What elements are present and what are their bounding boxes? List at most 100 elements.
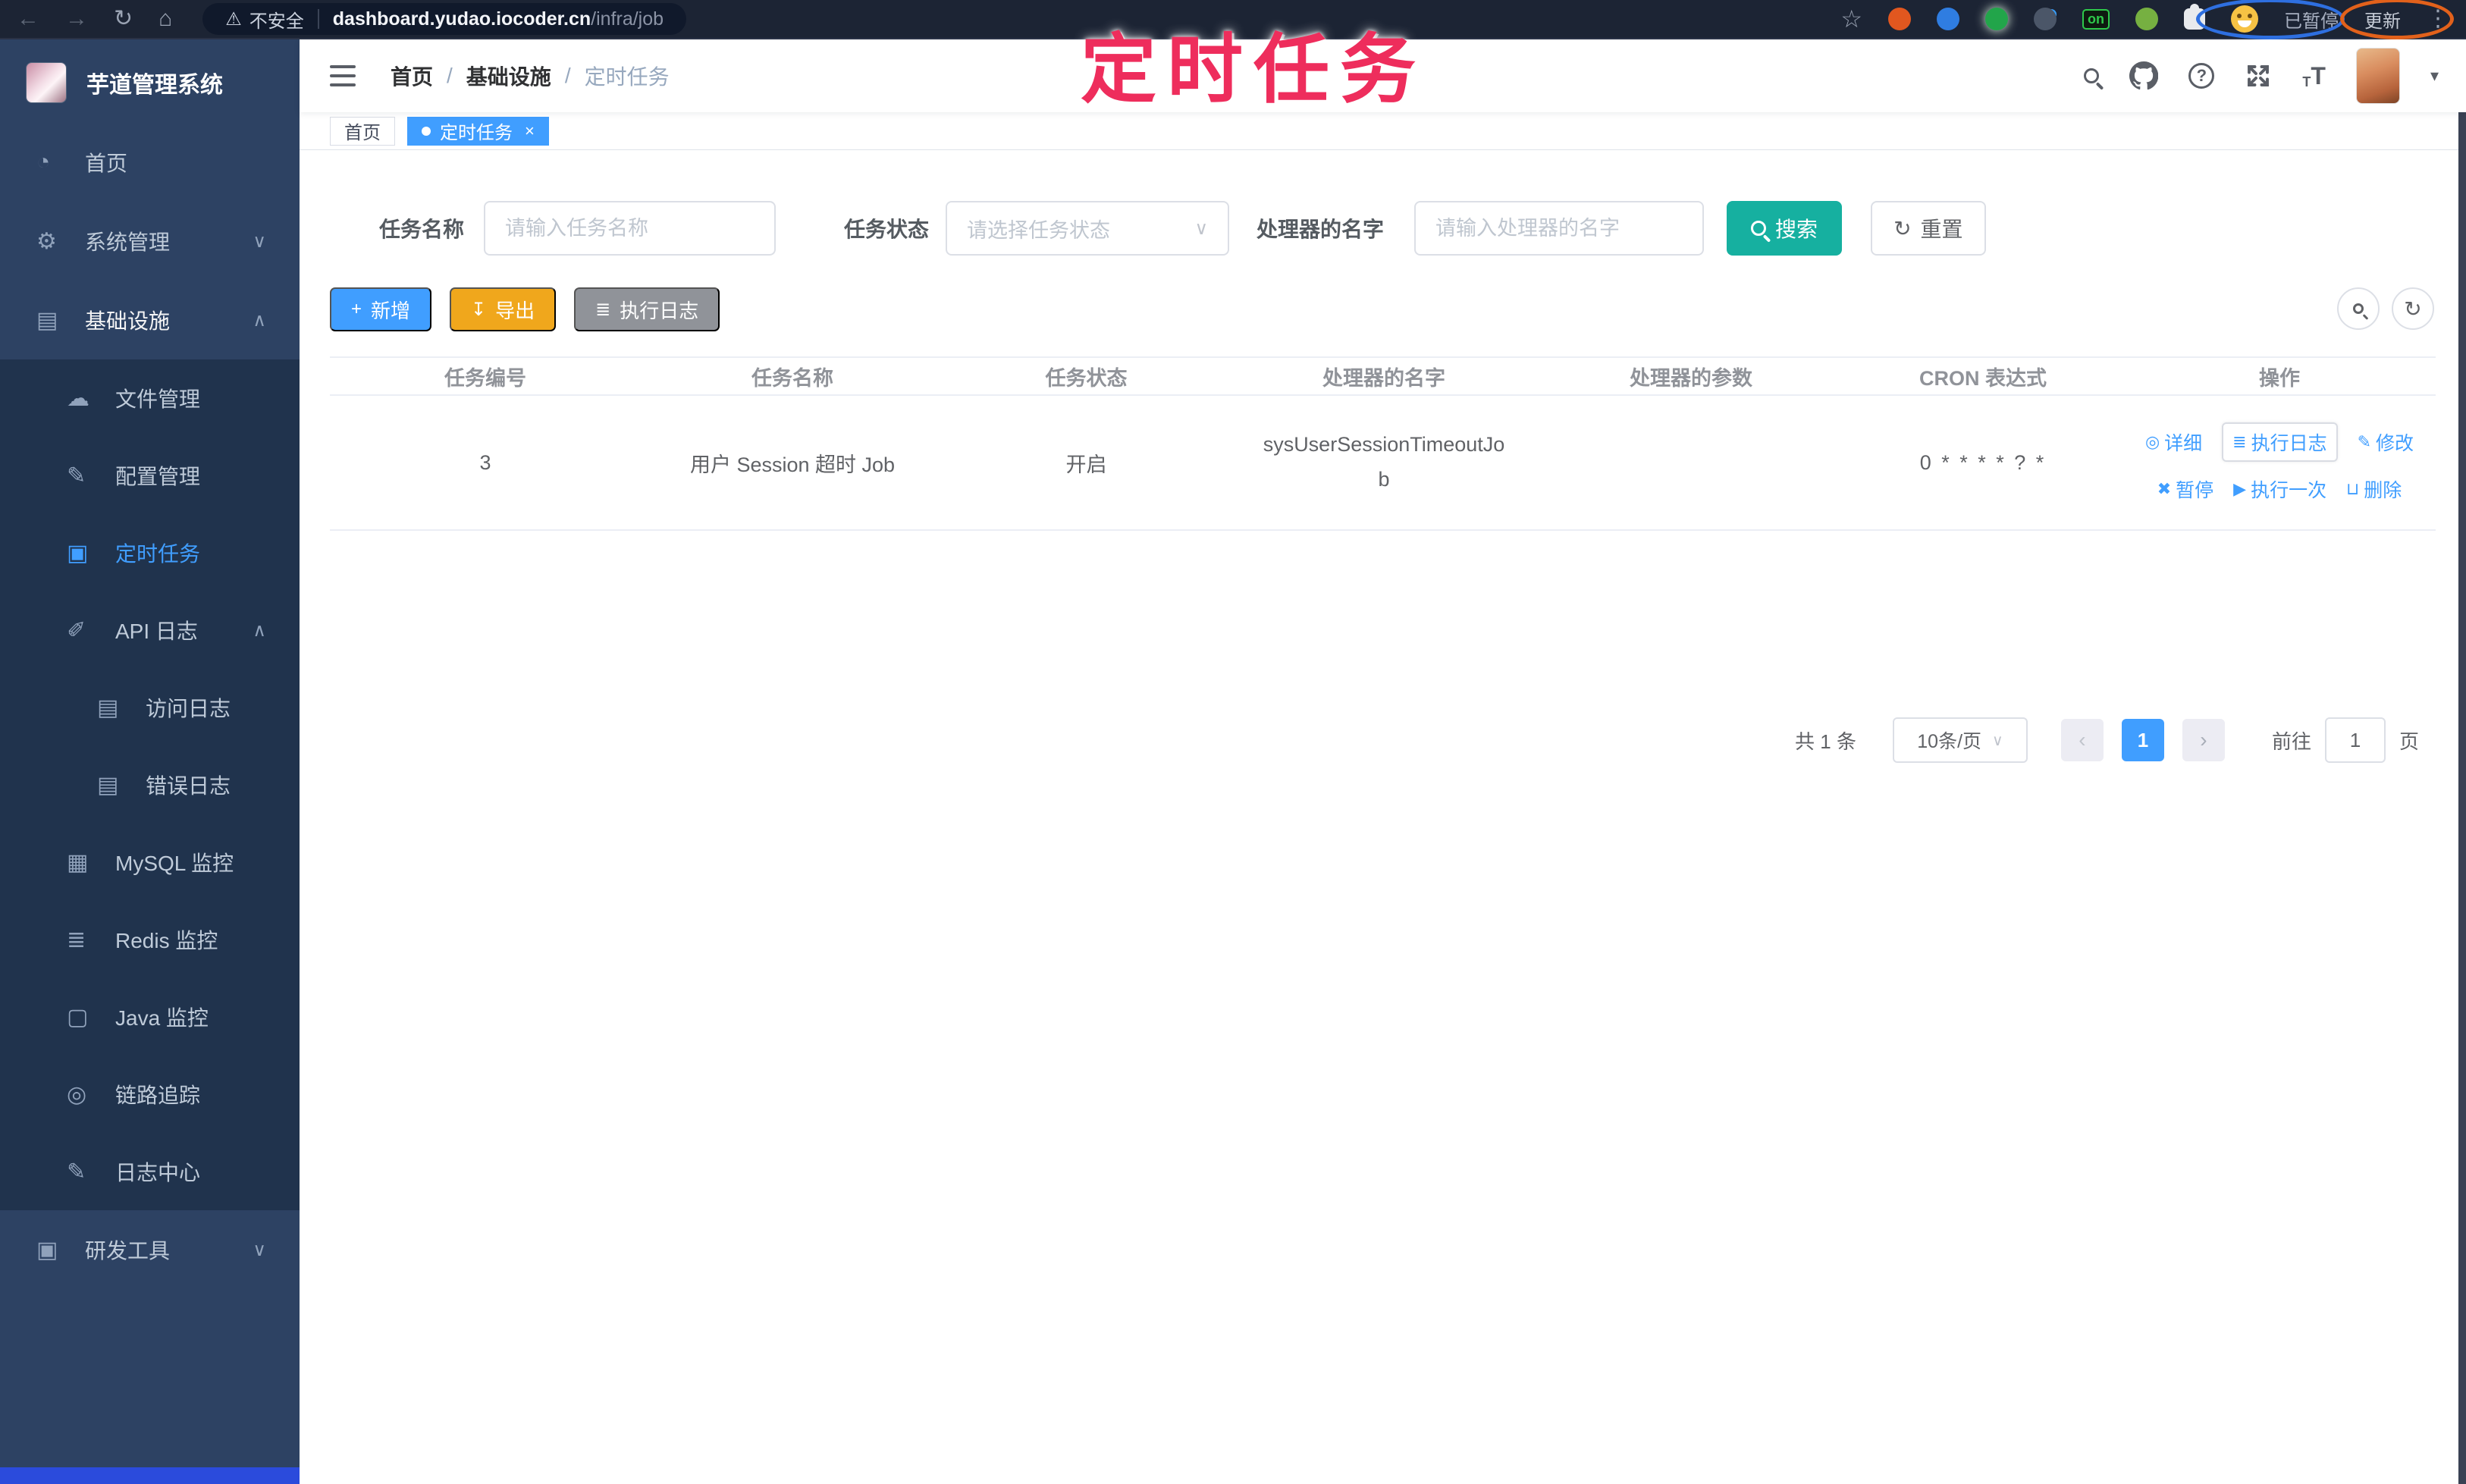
url-divider xyxy=(317,9,319,29)
sidebar-item-config-management[interactable]: ✎ 配置管理 xyxy=(0,437,300,514)
sidebar-item-java-monitor[interactable]: ▢ Java 监控 xyxy=(0,978,300,1056)
search-icon[interactable] xyxy=(2084,68,2100,83)
top-navbar: 首页 / 基础设施 / 定时任务 ? TT ▾ xyxy=(300,39,2466,112)
bookmark-star-icon[interactable]: ☆ xyxy=(1840,7,1862,31)
job-status-placeholder: 请选择任务状态 xyxy=(967,218,1111,242)
detail-link[interactable]: ◎ 详细 xyxy=(2145,428,2202,456)
sidebar-item-infrastructure[interactable]: ▤ 基础设施 ∧ xyxy=(0,281,300,359)
job-name-input[interactable] xyxy=(484,201,777,256)
delete-link-label: 删除 xyxy=(2364,480,2402,501)
extension-on-badge-icon[interactable]: on xyxy=(2082,8,2110,30)
sidebar-item-log-center[interactable]: ✎ 日志中心 xyxy=(0,1133,300,1210)
job-name-field[interactable] xyxy=(505,216,755,240)
cell-job-cron: 0 * * * * ? * xyxy=(1919,450,2047,474)
logo-avatar xyxy=(26,62,67,103)
delete-link[interactable]: ⊔ 删除 xyxy=(2346,475,2402,503)
tab-scheduled-jobs[interactable]: 定时任务 × xyxy=(407,116,549,146)
extension-green-check-icon[interactable] xyxy=(1985,8,2008,30)
sidebar-item-label: 链路追踪 xyxy=(115,1084,201,1107)
paused-badge: 已暂停 xyxy=(2284,11,2339,32)
fullscreen-icon[interactable] xyxy=(2245,62,2272,89)
run-once-link[interactable]: ▶ 执行一次 xyxy=(2233,475,2326,503)
sidebar-item-error-logs[interactable]: ▤ 错误日志 xyxy=(0,746,300,824)
page-scrollbar[interactable] xyxy=(2458,39,2466,1484)
list-icon: ≣ xyxy=(2232,432,2247,451)
browser-back-icon[interactable]: ← xyxy=(17,8,39,30)
sidebar-item-trace[interactable]: ◎ 链路追踪 xyxy=(0,1056,300,1133)
help-icon[interactable]: ? xyxy=(2188,63,2215,89)
sidebar-item-label: 文件管理 xyxy=(115,387,201,411)
list-icon: ≣ xyxy=(595,299,611,320)
pencil-icon: ✎ xyxy=(2357,432,2372,451)
sidebar-item-mysql-monitor[interactable]: ▦ MySQL 监控 xyxy=(0,824,300,901)
current-page-button[interactable]: 1 xyxy=(2121,719,2164,761)
sidebar-item-label: 定时任务 xyxy=(115,542,201,566)
tab-home[interactable]: 首页 xyxy=(330,116,395,146)
table-toolbar: + 新增 ↧ 导出 ≣ 执行日志 xyxy=(330,287,720,331)
sidebar-item-dev-tools[interactable]: ▣ 研发工具 ∨ xyxy=(0,1210,300,1289)
toggle-search-button[interactable] xyxy=(2337,287,2380,330)
close-icon[interactable]: × xyxy=(525,121,535,141)
avatar[interactable] xyxy=(2355,48,2400,104)
hamburger-icon[interactable] xyxy=(330,65,356,86)
log-icon: ✐ xyxy=(67,617,86,643)
exec-log-button[interactable]: ≣ 执行日志 xyxy=(574,287,720,331)
browser-forward-icon[interactable]: → xyxy=(65,8,88,30)
handler-name-input[interactable] xyxy=(1414,201,1705,256)
document-icon: ▤ xyxy=(97,772,119,798)
cell-job-param xyxy=(1539,396,1843,529)
extension-grid-icon[interactable] xyxy=(2034,8,2057,30)
not-secure-warning[interactable]: ⚠ 不安全 xyxy=(225,6,304,33)
sidebar-item-home[interactable]: ◔ 首页 xyxy=(0,123,300,202)
next-page-button[interactable]: › xyxy=(2182,719,2225,761)
address-bar[interactable]: ⚠ 不安全 dashboard.yudao.iocoder.cn/infra/j… xyxy=(202,3,687,35)
browser-menu-kebab-icon[interactable]: ⋮ xyxy=(2427,8,2449,30)
handler-name-field[interactable] xyxy=(1435,216,1683,240)
font-size-icon[interactable]: TT xyxy=(2302,62,2326,90)
edit-link[interactable]: ✎ 修改 xyxy=(2358,428,2414,456)
url-path: /infra/job xyxy=(591,8,664,30)
browser-update-button[interactable]: 更新 xyxy=(2364,6,2401,33)
extension-orange-icon[interactable] xyxy=(1888,8,1911,30)
refresh-table-button[interactable]: ↻ xyxy=(2392,287,2434,330)
breadcrumb-home[interactable]: 首页 xyxy=(391,61,433,91)
col-header-cron: CRON 表达式 xyxy=(1919,366,2047,390)
extension-leaf-icon[interactable] xyxy=(2135,8,2158,30)
extensions-puzzle-icon[interactable] xyxy=(2184,4,2205,30)
browser-reload-icon[interactable]: ↻ xyxy=(114,8,133,30)
sidebar-item-system-management[interactable]: ⚙ 系统管理 ∨ xyxy=(0,202,300,281)
browser-home-icon[interactable]: ⌂ xyxy=(158,8,172,30)
page-size-select[interactable]: 10条/页 ∨ xyxy=(1892,717,2028,763)
job-status-select[interactable]: 请选择任务状态 ∨ xyxy=(946,201,1230,256)
github-icon[interactable] xyxy=(2129,61,2159,90)
row-exec-log-label: 执行日志 xyxy=(2251,433,2327,454)
sidebar-item-file-management[interactable]: ☁ 文件管理 xyxy=(0,359,300,437)
pause-link[interactable]: ✖ 暂停 xyxy=(2157,475,2213,503)
breadcrumb-section[interactable]: 基础设施 xyxy=(466,61,551,91)
active-tab-dot xyxy=(422,126,431,136)
export-button[interactable]: ↧ 导出 xyxy=(450,287,557,331)
user-caret-down-icon[interactable]: ▾ xyxy=(2430,66,2439,86)
tampermonkey-emoji-icon[interactable] xyxy=(2231,5,2258,33)
extension-blue-icon[interactable] xyxy=(1937,8,1959,30)
sidebar-item-access-logs[interactable]: ▤ 访问日志 xyxy=(0,669,300,746)
cell-job-name: 用户 Session 超时 Job xyxy=(689,453,896,476)
col-header-param: 处理器的参数 xyxy=(1630,366,1752,390)
goto-page-input[interactable] xyxy=(2324,717,2386,763)
add-button[interactable]: + 新增 xyxy=(330,287,432,331)
reset-button[interactable]: ↻ 重置 xyxy=(1871,201,1986,256)
chevron-up-icon: ∧ xyxy=(253,620,266,641)
select-caret-icon: ∨ xyxy=(1194,218,1209,239)
sidebar-item-redis-monitor[interactable]: ≣ Redis 监控 xyxy=(0,901,300,978)
sidebar-item-api-logs[interactable]: ✐ API 日志 ∧ xyxy=(0,591,300,669)
job-name-label: 任务名称 xyxy=(379,218,465,241)
app-logo[interactable]: 芋道管理系统 xyxy=(0,39,300,123)
search-button-label: 搜索 xyxy=(1775,218,1818,241)
search-icon xyxy=(2353,303,2364,314)
search-button[interactable]: 搜索 xyxy=(1727,201,1843,256)
prev-page-button[interactable]: ‹ xyxy=(2060,719,2104,761)
browser-toolbar: ← → ↻ ⌂ ⚠ 不安全 dashboard.yudao.iocoder.cn… xyxy=(0,0,2466,39)
sidebar-item-scheduled-jobs[interactable]: ▣ 定时任务 xyxy=(0,514,300,591)
row-exec-log-link[interactable]: ≣ 执行日志 xyxy=(2222,422,2338,462)
main-area: 首页 / 基础设施 / 定时任务 ? TT ▾ 首页 定时任务 × 任务名称 请… xyxy=(300,39,2466,1484)
